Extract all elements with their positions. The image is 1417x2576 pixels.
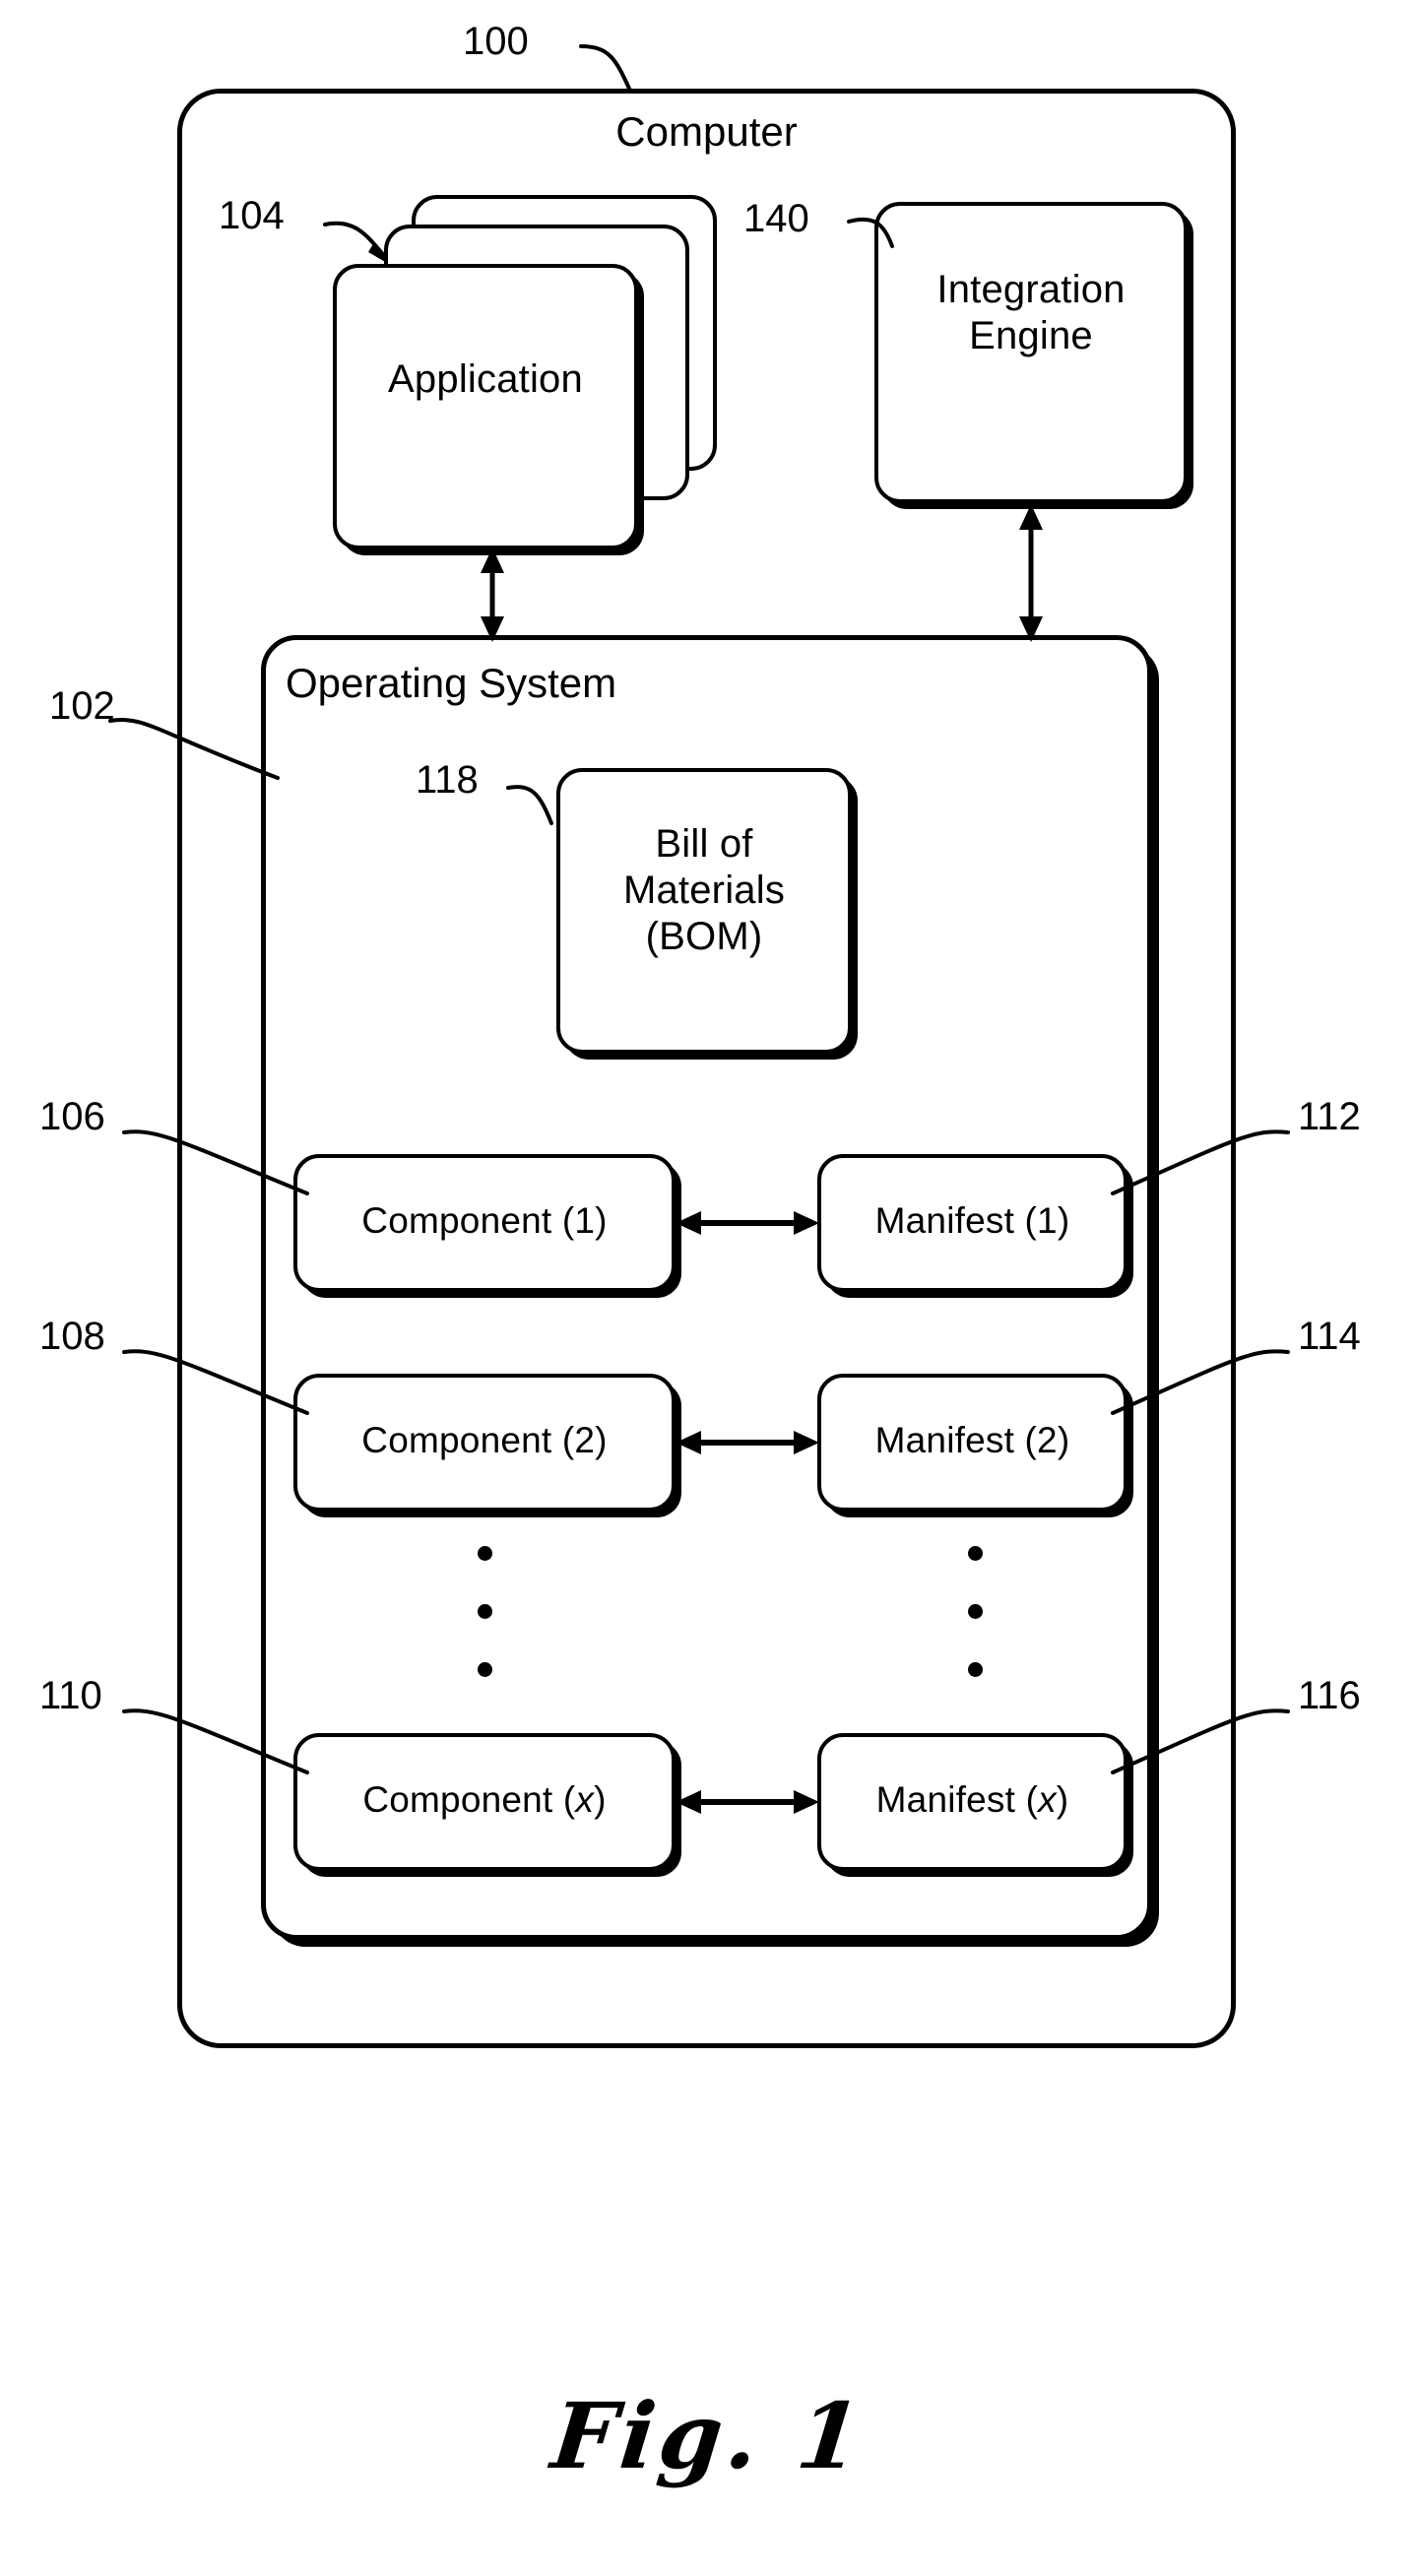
component-x-label: Component (x) [362,1779,607,1821]
integration-engine-label: Integration Engine [936,268,1126,358]
ref-numeral-140: 140 [743,197,809,240]
computer-title: Computer [615,108,798,155]
bill-of-materials-label: Bill of Materials (BOM) [622,822,786,959]
component-1-box: Component (1) [293,1154,676,1292]
integration-engine-box: Integration Engine [874,202,1188,503]
manifest-x-label: Manifest (x) [875,1779,1069,1821]
component-x-manifest-x-arrow [676,1778,819,1826]
component-1-label: Component (1) [361,1200,608,1242]
bill-of-materials-box: Bill of Materials (BOM) [556,768,852,1054]
ref-numeral-102: 102 [49,684,115,728]
ref-numeral-118: 118 [416,758,479,802]
operating-system-title: Operating System [286,660,617,706]
ref-numeral-104: 104 [219,194,285,237]
component-ellipsis-icon [475,1546,494,1677]
application-to-os-arrow [463,547,522,642]
component-x-box: Component (x) [293,1733,676,1871]
integration-engine-to-os-arrow [1001,504,1061,642]
ref-numeral-108: 108 [39,1315,105,1358]
ref-numeral-100: 100 [463,20,529,63]
component-2-label: Component (2) [361,1420,608,1461]
manifest-x-box: Manifest (x) [817,1733,1127,1871]
manifest-2-label: Manifest (2) [874,1420,1070,1461]
patent-figure: Computer Application Integration Engine … [0,0,1417,2576]
component-2-manifest-2-arrow [676,1419,819,1466]
ref-numeral-106: 106 [39,1095,105,1138]
figure-caption: Fig. 1 [547,2383,870,2489]
manifest-1-box: Manifest (1) [817,1154,1127,1292]
application-label: Application [388,357,583,401]
application-box: Application [333,264,638,549]
ref-numeral-114: 114 [1298,1315,1361,1358]
manifest-2-box: Manifest (2) [817,1374,1127,1512]
component-2-box: Component (2) [293,1374,676,1512]
ref-numeral-116: 116 [1298,1674,1361,1717]
ref-numeral-110: 110 [39,1674,102,1717]
leader-line-100 [579,44,632,93]
manifest-1-label: Manifest (1) [874,1200,1070,1242]
ref-numeral-112: 112 [1298,1095,1361,1138]
component-1-manifest-1-arrow [676,1199,819,1247]
manifest-ellipsis-icon [965,1546,985,1677]
